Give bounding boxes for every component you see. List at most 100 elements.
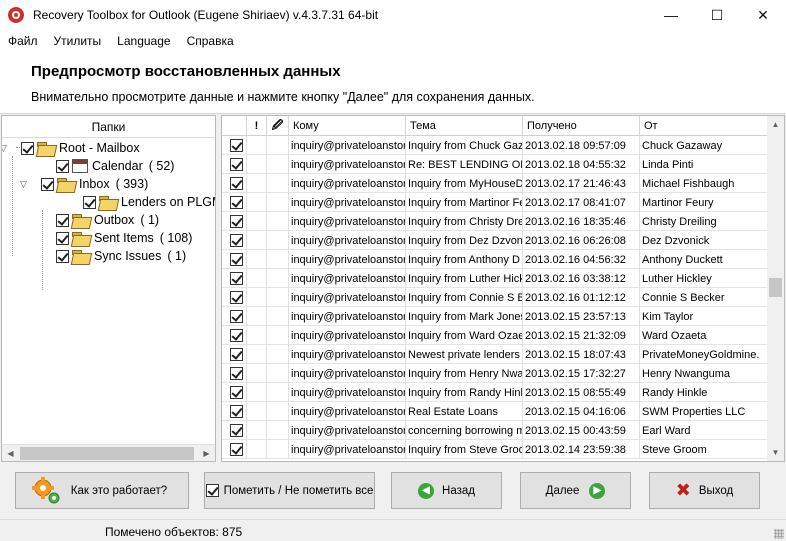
table-row[interactable]: inquiry@privateloanstor Real Estate Loans… (222, 402, 768, 421)
folder-checkbox[interactable] (21, 141, 34, 155)
folder-item[interactable]: Sent Items ( 108) (56, 229, 192, 247)
folder-item[interactable]: ▽ Root - Mailbox (2, 139, 140, 157)
from-column-header[interactable]: От (640, 116, 768, 136)
received-cell: 2013.02.14 23:59:38 (523, 440, 640, 459)
row-checkbox[interactable] (230, 367, 243, 380)
row-checkbox[interactable] (230, 310, 243, 323)
row-checkbox[interactable] (230, 405, 243, 418)
attachment-cell (267, 212, 289, 231)
menu-help[interactable]: Справка (179, 34, 242, 48)
folder-checkbox[interactable] (56, 159, 69, 173)
row-checkbox[interactable] (230, 158, 243, 171)
to-cell: inquiry@privateloanstor (289, 288, 406, 307)
table-row[interactable]: inquiry@privateloanstor Inquiry from Conn… (222, 288, 768, 307)
exit-button[interactable]: ✖ Выход (649, 472, 760, 509)
table-row[interactable]: inquiry@privateloanstor Inquiry from Rand… (222, 383, 768, 402)
scroll-left-icon[interactable]: ◀ (2, 445, 19, 462)
importance-cell (247, 136, 267, 155)
received-cell: 2013.02.16 18:35:46 (523, 212, 640, 231)
folder-checkbox[interactable] (56, 213, 69, 227)
calendar-icon (72, 159, 88, 173)
row-checkbox[interactable] (230, 196, 243, 209)
subject-cell: Inquiry from Connie S B (406, 288, 523, 307)
scroll-thumb[interactable] (20, 446, 194, 460)
folder-checkbox[interactable] (41, 177, 54, 191)
row-checkbox[interactable] (230, 234, 243, 247)
row-checkbox[interactable] (230, 348, 243, 361)
table-row[interactable]: inquiry@privateloanstor Inquiry from Ward… (222, 326, 768, 345)
scroll-up-icon[interactable]: ▲ (767, 116, 784, 133)
row-checkbox[interactable] (230, 139, 243, 152)
table-row[interactable]: inquiry@privateloanstor Inquiry from Chuc… (222, 136, 768, 155)
table-row[interactable]: inquiry@privateloanstor Inquiry from Mark… (222, 307, 768, 326)
row-checkbox[interactable] (230, 329, 243, 342)
importance-column-header[interactable]: ! (247, 116, 267, 136)
folder-item[interactable]: ▽ Inbox ( 393) (20, 175, 148, 193)
row-checkbox[interactable] (230, 386, 243, 399)
row-checkbox[interactable] (230, 443, 243, 456)
from-cell: Steve Groom (640, 440, 768, 459)
folder-checkbox[interactable] (56, 249, 69, 263)
table-row[interactable]: inquiry@privateloanstor Inquiry from Chri… (222, 212, 768, 231)
folder-item[interactable]: Lenders on PLGM (83, 193, 215, 211)
table-row[interactable]: inquiry@privateloanstor Inquiry from Dez … (222, 231, 768, 250)
row-check-cell (222, 174, 247, 193)
minimize-button[interactable]: — (648, 0, 694, 30)
folder-item[interactable]: Sync Issues ( 1) (56, 247, 186, 265)
table-row[interactable]: inquiry@privateloanstor Newest private le… (222, 345, 768, 364)
received-cell: 2013.02.18 09:57:09 (523, 136, 640, 155)
row-check-cell (222, 402, 247, 421)
table-row[interactable]: inquiry@privateloanstor Inquiry from MyHo… (222, 174, 768, 193)
expand-toggle-icon[interactable]: ▽ (19, 175, 28, 193)
how-it-works-button[interactable]: Как это работает? (15, 472, 189, 509)
subject-cell: Re: BEST LENDING OPP (406, 155, 523, 174)
subject-cell: Inquiry from Christy Dre (406, 212, 523, 231)
next-button[interactable]: Далее ▶ (520, 472, 631, 509)
check-column-header[interactable] (222, 116, 247, 136)
row-checkbox[interactable] (230, 291, 243, 304)
grid-vertical-scrollbar[interactable]: ▲ ▼ (767, 116, 784, 461)
expand-toggle-icon[interactable]: ▽ (2, 139, 8, 157)
row-check-cell (222, 231, 247, 250)
folders-horizontal-scrollbar[interactable]: ◀ ▶ (2, 444, 215, 461)
close-button[interactable]: ✕ (740, 0, 786, 30)
row-checkbox[interactable] (230, 424, 243, 437)
to-cell: inquiry@privateloanstor (289, 174, 406, 193)
table-row[interactable]: inquiry@privateloanstor concerning borrow… (222, 421, 768, 440)
resize-grip-icon[interactable] (774, 529, 784, 539)
to-column-header[interactable]: Кому (289, 116, 406, 136)
row-checkbox[interactable] (230, 215, 243, 228)
table-row[interactable]: inquiry@privateloanstor Inquiry from Mart… (222, 193, 768, 212)
menu-file[interactable]: Файл (0, 34, 46, 48)
received-column-header[interactable]: Получено (523, 116, 640, 136)
folder-checkbox[interactable] (56, 231, 69, 245)
folder-item[interactable]: Outbox ( 1) (56, 211, 159, 229)
menu-language[interactable]: Language (109, 34, 178, 48)
table-row[interactable]: inquiry@privateloanstor Inquiry from Luth… (222, 269, 768, 288)
marked-count: Помечено объектов: 875 (105, 525, 243, 539)
table-row[interactable]: inquiry@privateloanstor Re: BEST LENDING … (222, 155, 768, 174)
scroll-thumb[interactable] (769, 278, 782, 297)
maximize-button[interactable]: ☐ (694, 0, 740, 30)
table-row[interactable]: inquiry@privateloanstor Inquiry from Henr… (222, 364, 768, 383)
subject-column-header[interactable]: Тема (406, 116, 523, 136)
from-cell: Linda Pinti (640, 155, 768, 174)
table-row[interactable]: inquiry@privateloanstor Inquiry from Stev… (222, 440, 768, 459)
back-button[interactable]: ◀ Назад (391, 472, 502, 509)
folder-checkbox[interactable] (83, 195, 96, 209)
row-checkbox[interactable] (230, 177, 243, 190)
folder-icon (72, 213, 90, 227)
row-checkbox[interactable] (230, 253, 243, 266)
importance-cell (247, 288, 267, 307)
attachment-cell (267, 155, 289, 174)
menu-utilities[interactable]: Утилиты (46, 34, 110, 48)
from-cell: Connie S Becker (640, 288, 768, 307)
table-row[interactable]: inquiry@privateloanstor Inquiry from Anth… (222, 250, 768, 269)
scroll-right-icon[interactable]: ▶ (198, 445, 215, 462)
attachment-column-header[interactable]: 🖉 (267, 116, 289, 136)
folder-item[interactable]: Calendar ( 52) (56, 157, 174, 175)
scroll-down-icon[interactable]: ▼ (767, 444, 784, 461)
folder-label: Root - Mailbox (59, 141, 140, 155)
toggle-mark-all-button[interactable]: Пометить / Не пометить все (204, 472, 375, 509)
row-checkbox[interactable] (230, 272, 243, 285)
